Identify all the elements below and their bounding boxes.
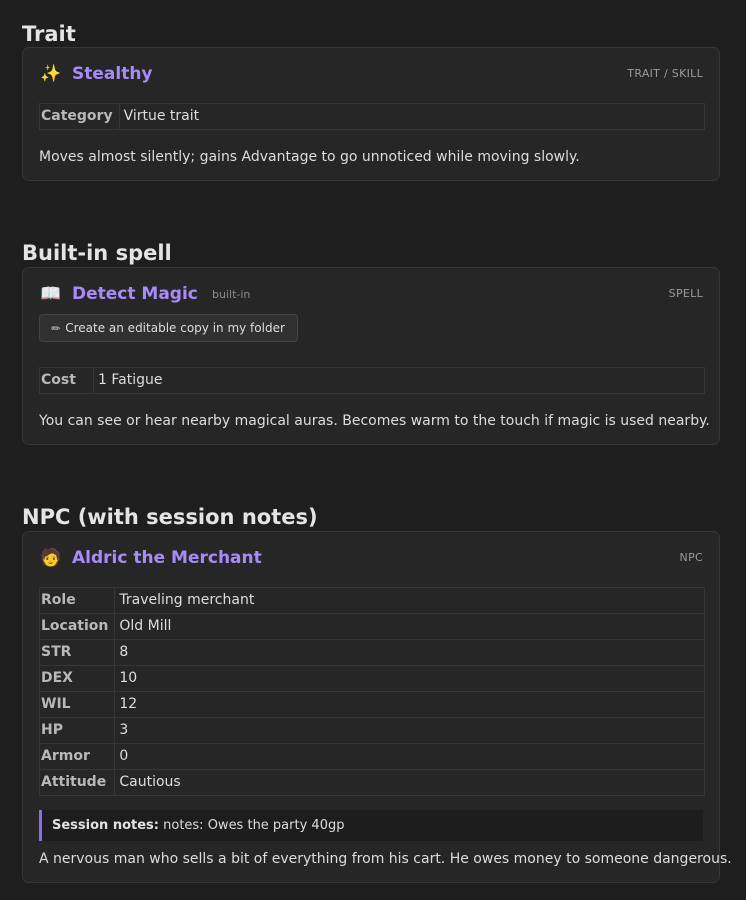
property-value: 12 <box>114 691 705 718</box>
property-key: HP <box>38 717 116 744</box>
property-key: Role <box>38 587 116 614</box>
spell-card: 📖 Detect Magic built-in SPELL ✎Create an… <box>22 267 720 445</box>
table-row: Role Traveling merchant <box>38 587 705 614</box>
page: Trait ✨ Stealthy TRAIT / SKILL Category … <box>0 0 746 900</box>
card-type-label: NPC <box>679 551 703 564</box>
properties-table: Category Virtue trait <box>39 103 706 130</box>
table-row: WIL 12 <box>38 691 705 718</box>
properties-table: Role Traveling merchant Location Old Mil… <box>38 587 705 796</box>
card-title[interactable]: Aldric the Merchant <box>72 546 262 570</box>
property-value: Old Mill <box>114 613 705 640</box>
npc-card: 🧑 Aldric the Merchant NPC Role Traveling… <box>22 531 732 883</box>
card-description: You can see or hear nearby magical auras… <box>39 413 710 429</box>
card-type-label: SPELL <box>668 287 703 300</box>
property-key: Location <box>38 613 116 640</box>
table-row: STR 8 <box>38 639 705 666</box>
table-row: Location Old Mill <box>38 613 705 640</box>
property-value: Virtue trait <box>118 103 706 130</box>
table-row: HP 3 <box>38 717 705 744</box>
property-value: 3 <box>114 717 705 744</box>
card-header: ✨ Stealthy TRAIT / SKILL <box>40 62 703 86</box>
card-type-label: TRAIT / SKILL <box>627 67 703 80</box>
property-value: 10 <box>114 665 705 692</box>
property-key: Category <box>39 103 120 130</box>
property-key: Armor <box>38 743 116 770</box>
card-description: A nervous man who sells a bit of everyth… <box>39 851 732 867</box>
section-heading-trait: Trait <box>22 22 76 46</box>
card-title[interactable]: Stealthy <box>72 62 153 86</box>
book-icon: 📖 <box>40 284 62 304</box>
property-key: Attitude <box>38 769 116 796</box>
card-header: 📖 Detect Magic built-in SPELL <box>40 282 703 306</box>
table-row: Armor 0 <box>38 743 705 770</box>
table-row: Category Virtue trait <box>39 103 706 130</box>
section-heading-npc: NPC (with session notes) <box>22 505 318 529</box>
trait-card: ✨ Stealthy TRAIT / SKILL Category Virtue… <box>22 47 720 181</box>
section-heading-spell: Built-in spell <box>22 241 172 265</box>
session-notes-callout: Session notes: notes: Owes the party 40g… <box>39 810 703 841</box>
property-key: WIL <box>38 691 116 718</box>
create-copy-button-label: Create an editable copy in my folder <box>65 321 285 335</box>
table-row: Cost 1 Fatigue <box>39 367 705 394</box>
person-icon: 🧑 <box>40 548 62 568</box>
properties-table: Cost 1 Fatigue <box>39 367 705 394</box>
card-title[interactable]: Detect Magic <box>72 282 198 306</box>
session-notes-text: notes: Owes the party 40gp <box>163 818 345 833</box>
card-header: 🧑 Aldric the Merchant NPC <box>40 546 703 570</box>
card-description: Moves almost silently; gains Advantage t… <box>39 149 580 165</box>
session-notes-label: Session notes: <box>52 818 159 833</box>
property-key: Cost <box>39 367 94 394</box>
table-row: DEX 10 <box>38 665 705 692</box>
table-row: Attitude Cautious <box>38 769 705 796</box>
property-key: DEX <box>38 665 116 692</box>
property-value: 1 Fatigue <box>93 367 705 394</box>
property-value: 0 <box>114 743 705 770</box>
create-copy-button[interactable]: ✎Create an editable copy in my folder <box>39 314 298 342</box>
built-in-badge: built-in <box>212 288 251 301</box>
property-value: Traveling merchant <box>114 587 705 614</box>
property-key: STR <box>38 639 116 666</box>
sparkles-icon: ✨ <box>40 64 62 84</box>
property-value: 8 <box>114 639 705 666</box>
property-value: Cautious <box>114 769 705 796</box>
